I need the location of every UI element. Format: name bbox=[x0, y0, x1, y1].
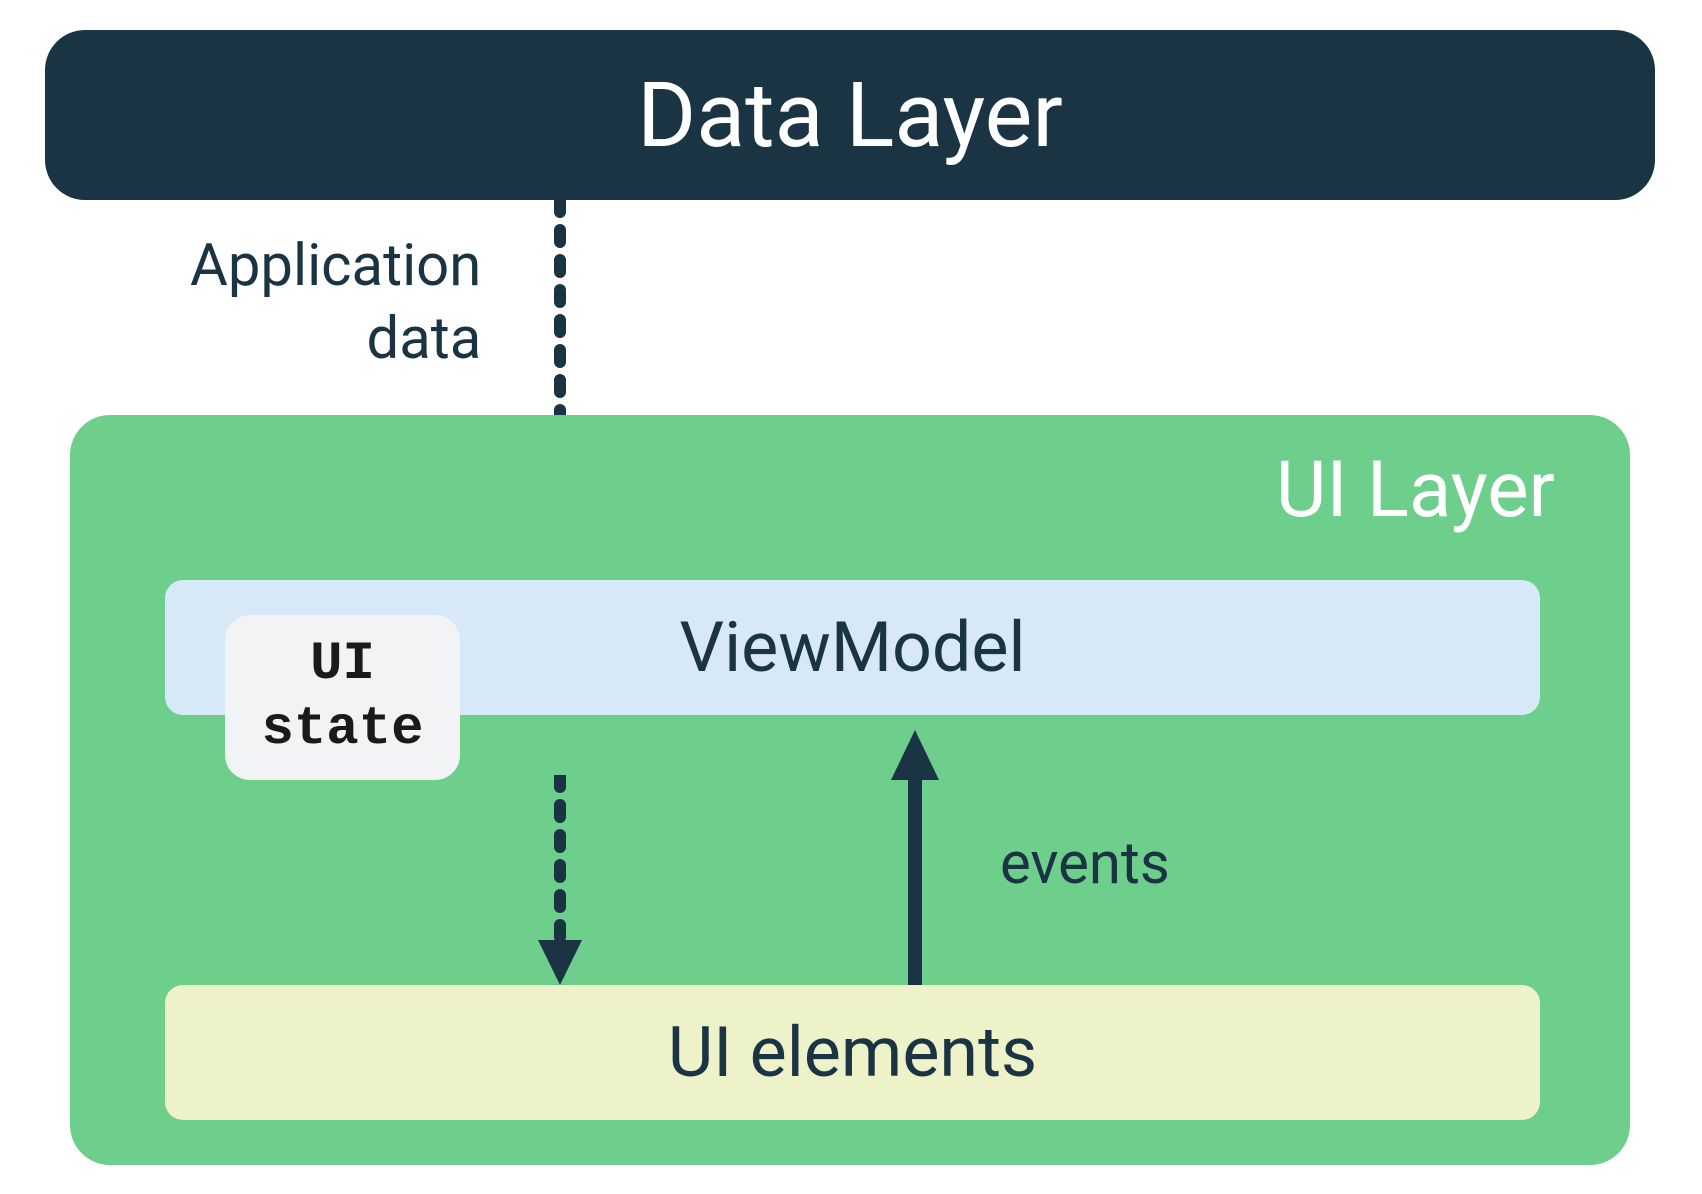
ui-state-box: UI state bbox=[225, 615, 460, 780]
ui-layer-box: UI Layer ViewModel UI state events UI el… bbox=[70, 415, 1630, 1165]
application-data-label: Application data bbox=[190, 230, 481, 375]
ui-state-arrow bbox=[530, 775, 590, 995]
data-layer-label: Data Layer bbox=[637, 63, 1063, 168]
ui-elements-box: UI elements bbox=[165, 985, 1540, 1120]
ui-layer-label: UI Layer bbox=[1276, 445, 1555, 536]
ui-elements-label: UI elements bbox=[668, 1012, 1037, 1094]
data-layer-box: Data Layer bbox=[45, 30, 1655, 200]
ui-state-label: UI state bbox=[261, 633, 423, 763]
events-label: events bbox=[1000, 830, 1170, 898]
events-arrow bbox=[885, 725, 945, 985]
viewmodel-label: ViewModel bbox=[680, 607, 1026, 689]
